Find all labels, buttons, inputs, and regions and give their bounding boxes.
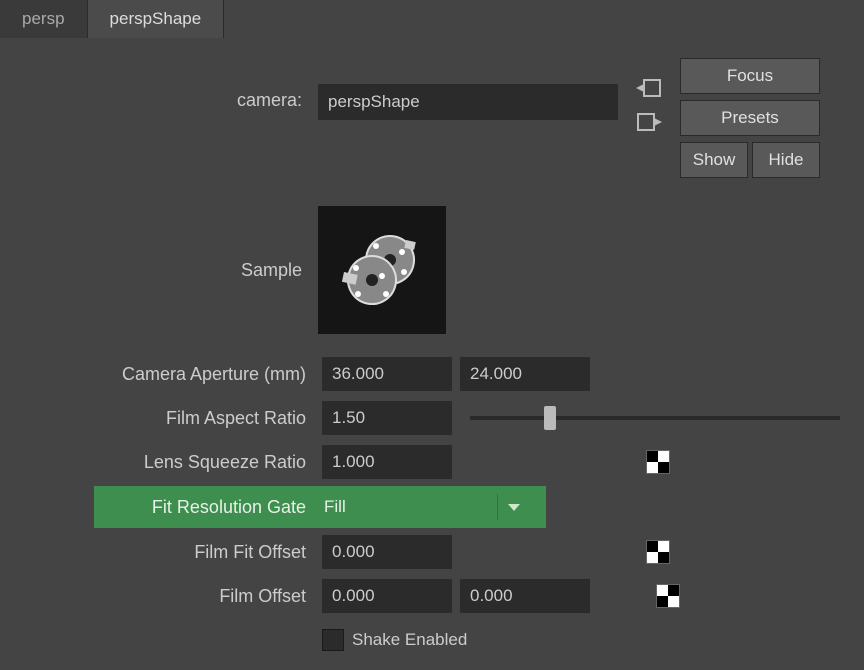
sample-label: Sample [10, 260, 310, 281]
fit-resolution-gate-label: Fit Resolution Gate [98, 497, 314, 518]
hide-button[interactable]: Hide [752, 142, 820, 178]
film-aspect-input[interactable] [322, 401, 452, 435]
film-aspect-label: Film Aspect Ratio [14, 408, 314, 429]
texture-map-button-2[interactable] [646, 540, 670, 564]
film-fit-offset-label: Film Fit Offset [14, 542, 314, 563]
film-offset-x-input[interactable] [322, 579, 452, 613]
fit-resolution-gate-dropdown[interactable]: Fill [314, 490, 530, 524]
film-offset-label: Film Offset [14, 586, 314, 607]
fit-resolution-gate-value: Fill [324, 497, 346, 517]
nav-out-icon[interactable] [636, 110, 662, 136]
camera-node-icon [332, 218, 432, 323]
nav-in-icon[interactable] [636, 76, 662, 102]
presets-button[interactable]: Presets [680, 100, 820, 136]
shake-enabled-checkbox[interactable] [322, 629, 344, 651]
film-aspect-slider[interactable] [460, 416, 850, 420]
texture-map-button[interactable] [646, 450, 670, 474]
texture-map-button-3[interactable] [656, 584, 680, 608]
tab-bar: persp perspShape [0, 0, 864, 38]
camera-aperture-label: Camera Aperture (mm) [14, 364, 314, 385]
shake-enabled-label: Shake Enabled [352, 630, 467, 650]
focus-button[interactable]: Focus [680, 58, 820, 94]
show-button[interactable]: Show [680, 142, 748, 178]
camera-label: camera: [10, 58, 310, 111]
chevron-down-icon [508, 504, 520, 511]
lens-squeeze-label: Lens Squeeze Ratio [14, 452, 314, 473]
sample-swatch[interactable] [318, 206, 446, 334]
camera-aperture-y-input[interactable] [460, 357, 590, 391]
film-offset-y-input[interactable] [460, 579, 590, 613]
fit-resolution-gate-row: Fit Resolution Gate Fill [94, 486, 546, 528]
camera-name-input[interactable] [318, 84, 618, 120]
tab-persp[interactable]: persp [0, 0, 88, 38]
lens-squeeze-input[interactable] [322, 445, 452, 479]
camera-aperture-x-input[interactable] [322, 357, 452, 391]
film-fit-offset-input[interactable] [322, 535, 452, 569]
tab-perspShape[interactable]: perspShape [88, 0, 225, 38]
attribute-panel: camera: Focus Presets Show Hide Sample [0, 38, 864, 662]
